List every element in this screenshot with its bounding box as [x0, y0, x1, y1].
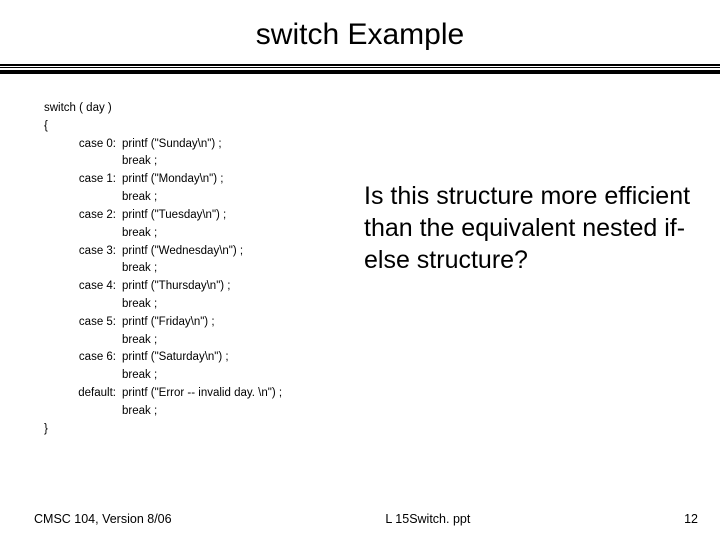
- case-default: default:printf ("Error -- invalid day. \…: [70, 385, 374, 421]
- case-body: printf ("Wednesday\n") ;break ;: [122, 243, 374, 279]
- case-label: case 6:: [70, 349, 122, 385]
- case-break: break ;: [122, 225, 374, 243]
- case-row: case 1:printf ("Monday\n") ;break ;: [70, 171, 374, 207]
- title-divider: [0, 64, 720, 76]
- case-body: printf ("Thursday\n") ;break ;: [122, 278, 374, 314]
- case-body: printf ("Saturday\n") ;break ;: [122, 349, 374, 385]
- case-stmt: printf ("Error -- invalid day. \n") ;: [122, 385, 374, 403]
- case-break: break ;: [122, 189, 374, 207]
- case-body: printf ("Error -- invalid day. \n") ;bre…: [122, 385, 374, 421]
- case-row: case 2:printf ("Tuesday\n") ;break ;: [70, 207, 374, 243]
- case-stmt: printf ("Wednesday\n") ;: [122, 243, 374, 261]
- code-block: switch ( day ) { case 0:printf ("Sunday\…: [44, 100, 374, 438]
- case-body: printf ("Friday\n") ;break ;: [122, 314, 374, 350]
- footer-left: CMSC 104, Version 8/06: [34, 512, 172, 526]
- case-break: break ;: [122, 153, 374, 171]
- code-brace-open: {: [44, 118, 374, 136]
- case-label: case 4:: [70, 278, 122, 314]
- case-break: break ;: [122, 367, 374, 385]
- case-stmt: printf ("Saturday\n") ;: [122, 349, 374, 367]
- code-brace-close: }: [44, 421, 374, 439]
- case-row: case 4:printf ("Thursday\n") ;break ;: [70, 278, 374, 314]
- case-break: break ;: [122, 296, 374, 314]
- case-stmt: printf ("Tuesday\n") ;: [122, 207, 374, 225]
- case-body: printf ("Sunday\n") ;break ;: [122, 136, 374, 172]
- case-body: printf ("Tuesday\n") ;break ;: [122, 207, 374, 243]
- case-label: case 1:: [70, 171, 122, 207]
- case-label: case 0:: [70, 136, 122, 172]
- question-text: Is this structure more efficient than th…: [364, 180, 704, 276]
- case-body: printf ("Monday\n") ;break ;: [122, 171, 374, 207]
- code-switch-line: switch ( day ): [44, 100, 374, 118]
- case-row: case 6:printf ("Saturday\n") ;break ;: [70, 349, 374, 385]
- case-break: break ;: [122, 260, 374, 278]
- case-label: case 2:: [70, 207, 122, 243]
- slide-footer: CMSC 104, Version 8/06 L 15Switch. ppt 1…: [34, 512, 698, 526]
- case-label: case 3:: [70, 243, 122, 279]
- case-stmt: printf ("Sunday\n") ;: [122, 136, 374, 154]
- footer-center: L 15Switch. ppt: [172, 512, 685, 526]
- case-label: default:: [70, 385, 122, 421]
- slide-title: switch Example: [0, 0, 720, 64]
- footer-page-number: 12: [684, 512, 698, 526]
- case-row: case 0:printf ("Sunday\n") ;break ;: [70, 136, 374, 172]
- case-break: break ;: [122, 332, 374, 350]
- case-stmt: printf ("Friday\n") ;: [122, 314, 374, 332]
- case-row: case 3:printf ("Wednesday\n") ;break ;: [70, 243, 374, 279]
- case-label: case 5:: [70, 314, 122, 350]
- case-break: break ;: [122, 403, 374, 421]
- case-row: case 5:printf ("Friday\n") ;break ;: [70, 314, 374, 350]
- case-stmt: printf ("Monday\n") ;: [122, 171, 374, 189]
- case-stmt: printf ("Thursday\n") ;: [122, 278, 374, 296]
